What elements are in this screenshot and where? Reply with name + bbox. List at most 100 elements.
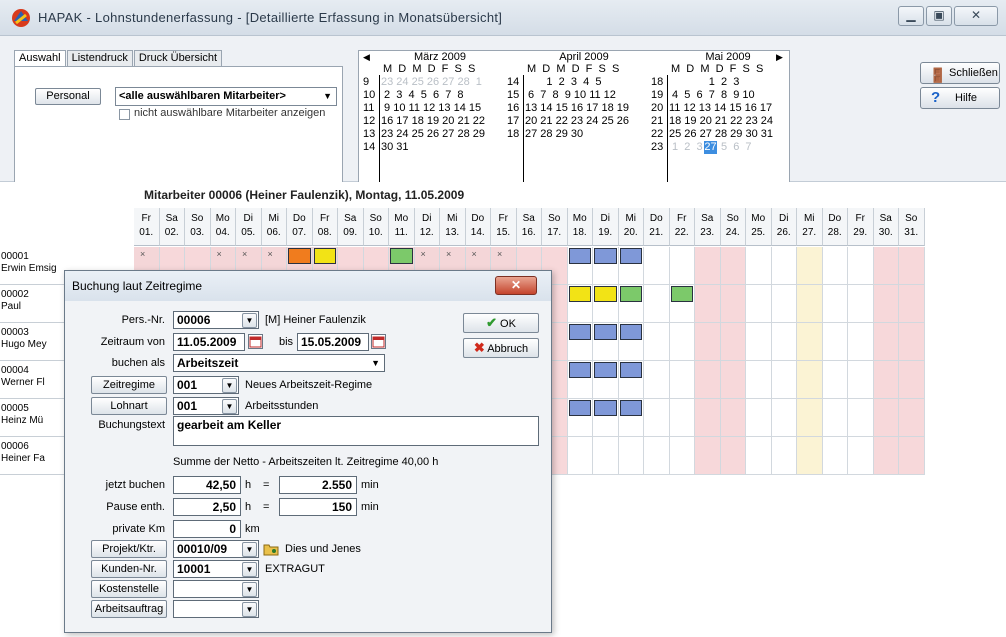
day-cell[interactable] xyxy=(822,361,848,399)
day-header[interactable]: So 31. xyxy=(899,208,925,246)
day-cell[interactable] xyxy=(720,285,746,323)
to-date-field[interactable]: 15.05.2009 xyxy=(297,333,369,351)
day-cell[interactable] xyxy=(797,323,823,361)
lohnart-field[interactable]: 001 ▼ xyxy=(173,397,239,415)
day-cell[interactable] xyxy=(873,361,899,399)
day-header[interactable]: Fr 22. xyxy=(669,208,695,246)
calendar-day-row[interactable]: 11 12 13 14 15 16 17 xyxy=(669,102,772,114)
day-cell[interactable] xyxy=(618,437,644,475)
day-header[interactable]: Do 14. xyxy=(465,208,491,246)
day-header[interactable]: Fr 29. xyxy=(848,208,874,246)
jetzt-hours-field[interactable]: 42,50 xyxy=(173,476,241,494)
jetzt-minutes-field[interactable]: 2.550 xyxy=(279,476,357,494)
day-cell[interactable] xyxy=(746,361,772,399)
day-cell[interactable] xyxy=(669,399,695,437)
day-cell[interactable] xyxy=(618,285,644,323)
calendar-day-row[interactable]: 1 2 3 xyxy=(669,76,740,88)
day-cell[interactable] xyxy=(593,323,619,361)
folder-icon[interactable] xyxy=(263,542,279,556)
chevron-down-icon[interactable]: ▼ xyxy=(242,582,257,597)
schliessen-button[interactable]: 🚪 Schließen xyxy=(920,62,1000,84)
day-header[interactable]: Fr 08. xyxy=(312,208,338,246)
day-cell[interactable] xyxy=(644,323,670,361)
day-cell[interactable] xyxy=(593,399,619,437)
tab-auswahl[interactable]: Auswahl xyxy=(14,50,66,66)
tab-druck-uebersicht[interactable]: Druck Übersicht xyxy=(133,50,223,66)
zeitregime-field[interactable]: 001 ▼ xyxy=(173,376,239,394)
day-cell[interactable] xyxy=(873,285,899,323)
day-header[interactable]: Di 26. xyxy=(771,208,797,246)
kostenstelle-field[interactable]: ▼ xyxy=(173,580,259,598)
calendar-day-row[interactable]: 23 24 25 26 27 28 29 xyxy=(381,128,485,140)
day-cell[interactable] xyxy=(695,247,721,285)
chevron-down-icon[interactable]: ▼ xyxy=(242,602,257,617)
restore-button[interactable]: ▣ xyxy=(926,6,952,26)
pause-hours-field[interactable]: 2,50 xyxy=(173,498,241,516)
day-cell[interactable] xyxy=(720,247,746,285)
day-cell[interactable] xyxy=(899,399,925,437)
kunden-field[interactable]: 10001 ▼ xyxy=(173,560,259,578)
day-header[interactable]: Di 19. xyxy=(593,208,619,246)
day-cell[interactable] xyxy=(695,361,721,399)
day-cell[interactable] xyxy=(669,437,695,475)
day-cell[interactable] xyxy=(848,437,874,475)
day-cell[interactable] xyxy=(771,247,797,285)
day-cell[interactable] xyxy=(593,437,619,475)
day-header[interactable]: Do 28. xyxy=(822,208,848,246)
kunden-button[interactable]: Kunden-Nr. xyxy=(91,560,167,578)
day-header[interactable]: Di 12. xyxy=(414,208,440,246)
day-header[interactable]: Do 21. xyxy=(644,208,670,246)
chevron-down-icon[interactable]: ▼ xyxy=(222,399,237,414)
day-cell[interactable] xyxy=(822,323,848,361)
kostenstelle-button[interactable]: Kostenstelle xyxy=(91,580,167,598)
calendar-day-row[interactable]: 9 10 11 12 13 14 15 xyxy=(381,102,481,114)
projekt-field[interactable]: 00010/09 ▼ xyxy=(173,540,259,558)
show-unselectable-checkbox[interactable] xyxy=(119,109,130,120)
day-header[interactable]: Sa 30. xyxy=(873,208,899,246)
day-cell[interactable] xyxy=(899,247,925,285)
day-cell[interactable] xyxy=(644,361,670,399)
day-header[interactable]: So 10. xyxy=(363,208,389,246)
day-cell[interactable] xyxy=(848,285,874,323)
abbruch-button[interactable]: ✖ Abbruch xyxy=(463,338,539,358)
day-header[interactable]: Sa 16. xyxy=(516,208,542,246)
pause-minutes-field[interactable]: 150 xyxy=(279,498,357,516)
day-cell[interactable] xyxy=(746,285,772,323)
day-cell[interactable] xyxy=(669,361,695,399)
day-cell[interactable] xyxy=(797,247,823,285)
arbeitsauftrag-button[interactable]: Arbeitsauftrag xyxy=(91,600,167,618)
buchen-als-dropdown[interactable]: Arbeitszeit ▼ xyxy=(173,354,385,372)
day-cell[interactable] xyxy=(771,285,797,323)
calendar-day-row[interactable]: 20 21 22 23 24 25 26 xyxy=(525,115,629,127)
day-header[interactable]: Sa 23. xyxy=(695,208,721,246)
day-header[interactable]: Sa 02. xyxy=(159,208,185,246)
day-header[interactable]: So 03. xyxy=(185,208,211,246)
day-cell[interactable] xyxy=(720,399,746,437)
day-cell[interactable] xyxy=(797,361,823,399)
chevron-down-icon[interactable]: ▼ xyxy=(242,542,257,557)
day-cell[interactable] xyxy=(593,361,619,399)
day-cell[interactable] xyxy=(746,399,772,437)
day-cell[interactable] xyxy=(567,285,593,323)
lohnart-button[interactable]: Lohnart xyxy=(91,397,167,415)
day-cell[interactable] xyxy=(822,399,848,437)
day-header[interactable]: Sa 09. xyxy=(338,208,364,246)
calendar-day-row[interactable]: 27 28 29 30 xyxy=(525,128,583,140)
day-cell[interactable] xyxy=(644,437,670,475)
calendar-day-row[interactable]: 6 7 8 9 10 11 12 xyxy=(525,89,616,101)
day-cell[interactable] xyxy=(618,247,644,285)
day-cell[interactable] xyxy=(695,437,721,475)
calendar-day-row[interactable]: 23 24 25 26 27 28 1 xyxy=(381,76,482,88)
calendar-day-row[interactable]: 25 26 27 28 29 30 31 xyxy=(669,128,773,140)
day-cell[interactable] xyxy=(822,247,848,285)
day-cell[interactable] xyxy=(899,437,925,475)
day-cell[interactable] xyxy=(771,323,797,361)
day-cell[interactable] xyxy=(822,437,848,475)
day-cell[interactable] xyxy=(644,399,670,437)
day-cell[interactable] xyxy=(797,437,823,475)
chevron-down-icon[interactable]: ▼ xyxy=(242,313,257,328)
day-cell[interactable] xyxy=(746,247,772,285)
day-cell[interactable] xyxy=(899,323,925,361)
day-cell[interactable] xyxy=(567,323,593,361)
day-header[interactable]: Fr 01. xyxy=(134,208,160,246)
